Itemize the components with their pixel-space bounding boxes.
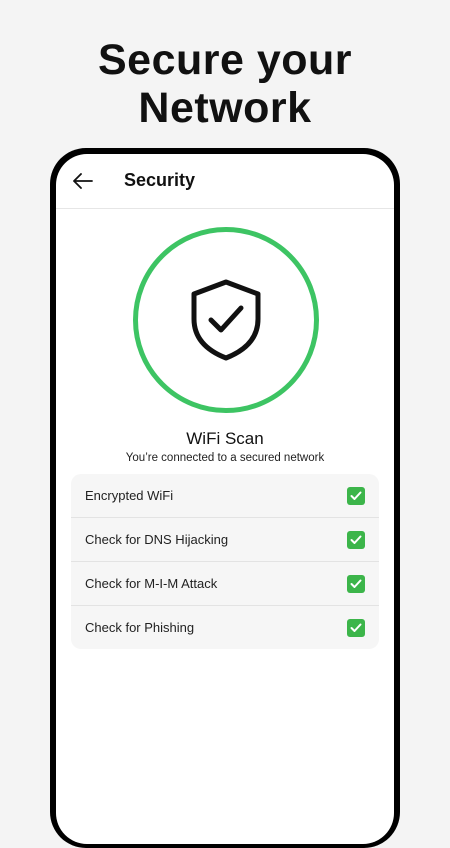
checkmark-icon bbox=[347, 618, 365, 637]
promo-title: Secure your Network bbox=[0, 36, 450, 132]
scan-subtitle: You’re connected to a secured network bbox=[125, 452, 325, 464]
phone-frame: Security WiFi Scan You’re connected to a… bbox=[50, 148, 400, 848]
check-label: Check for Phishing bbox=[85, 620, 195, 635]
phone-screen: Security WiFi Scan You’re connected to a… bbox=[56, 154, 394, 844]
app-bar: Security bbox=[56, 154, 394, 209]
shield-check-icon bbox=[191, 279, 261, 361]
check-label: Check for M-I-M Attack bbox=[85, 576, 218, 591]
check-row-dns-hijacking: Check for DNS Hijacking bbox=[71, 518, 379, 562]
promo-title-line2: Network bbox=[138, 84, 312, 132]
check-label: Encrypted WiFi bbox=[85, 488, 174, 503]
scan-title: WiFi Scan bbox=[186, 429, 264, 448]
back-button[interactable] bbox=[70, 168, 96, 194]
check-row-encrypted-wifi: Encrypted WiFi bbox=[71, 474, 379, 518]
check-row-phishing: Check for Phishing bbox=[71, 606, 379, 649]
security-checklist: Encrypted WiFi Check for DNS Hijacking C… bbox=[71, 474, 379, 649]
check-label: Check for DNS Hijacking bbox=[85, 532, 229, 547]
check-row-mim-attack: Check for M-I-M Attack bbox=[71, 562, 379, 606]
checkmark-icon bbox=[347, 530, 365, 549]
checkmark-icon bbox=[347, 574, 365, 593]
scan-status-ring bbox=[133, 227, 319, 413]
page-title: Security bbox=[124, 170, 196, 190]
promo-title-line1: Secure your bbox=[97, 36, 353, 84]
checkmark-icon bbox=[347, 486, 365, 505]
arrow-left-icon bbox=[73, 173, 93, 189]
